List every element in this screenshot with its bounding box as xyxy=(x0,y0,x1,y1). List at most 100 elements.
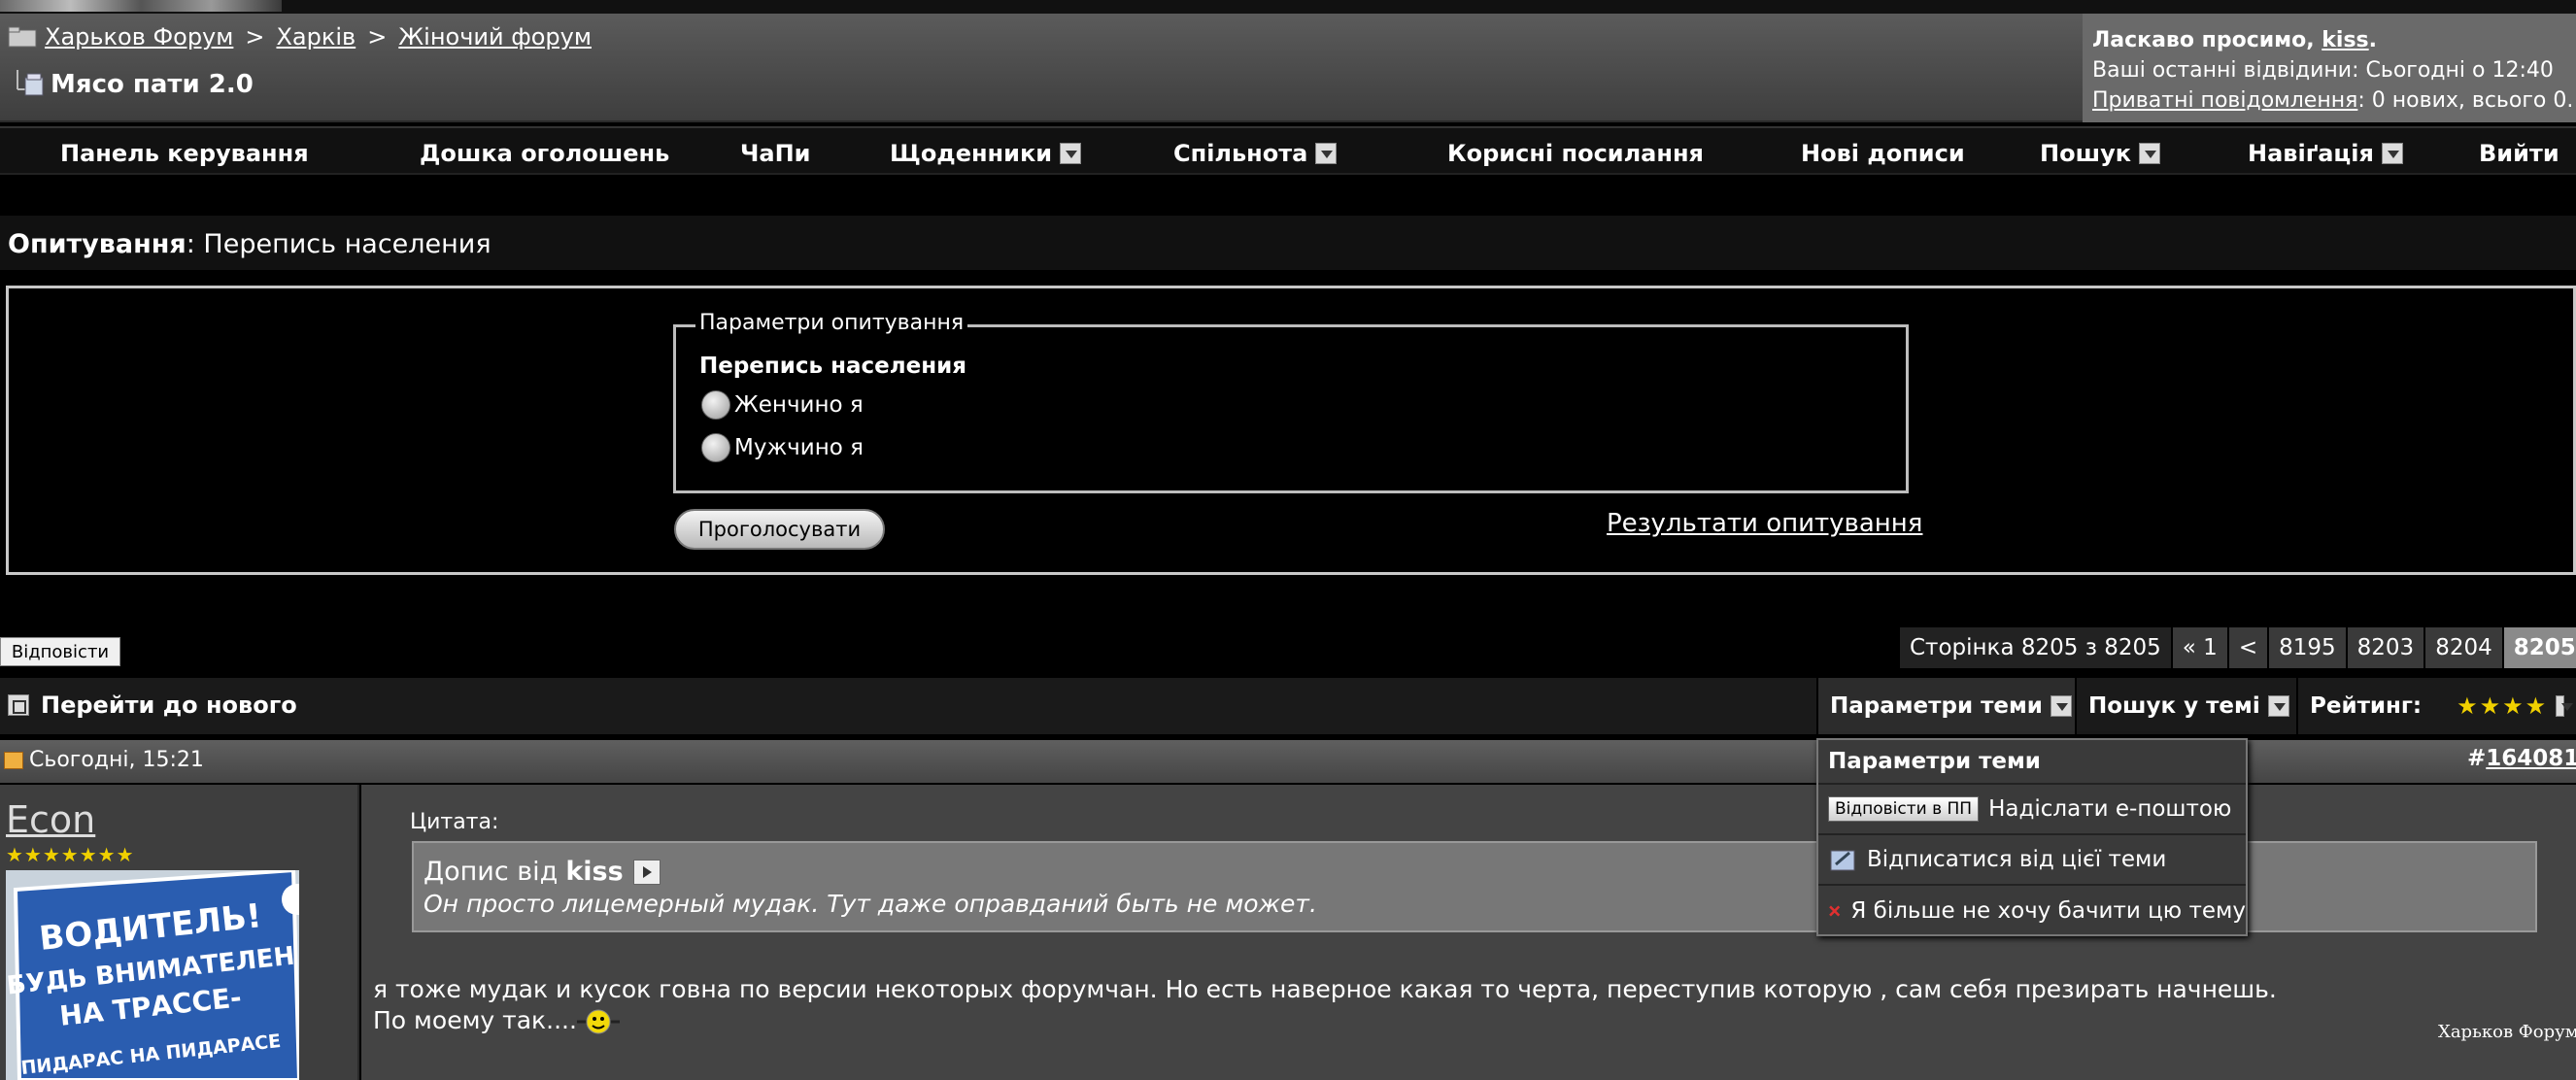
nav-label: Навіґація xyxy=(2248,140,2374,167)
quote-author-prefix: Допис від xyxy=(424,857,559,887)
menu-arrow-icon[interactable] xyxy=(2139,143,2160,164)
post-number-link[interactable]: 164081 xyxy=(2486,746,2576,771)
post-date-text: Сьогодні, 15:21 xyxy=(29,748,204,772)
pm-status-text: : 0 нових, всього 0. xyxy=(2357,88,2574,113)
last-visit-text: Ваші останні відвідини: Сьогодні о 12:40 xyxy=(2092,58,2554,83)
close-icon xyxy=(1829,905,1841,917)
top-banner-fragment xyxy=(0,0,282,12)
nav-diaries[interactable]: Щоденники xyxy=(890,140,1082,167)
top-strip xyxy=(0,0,2576,14)
nav-label: Нові дописи xyxy=(1801,140,1965,167)
welcome-greeting: Ласкаво просимо, xyxy=(2092,28,2322,52)
quote-text: Он просто лицемерный мудак. Тут даже опр… xyxy=(424,890,1317,918)
unsubscribe-icon xyxy=(1830,850,1855,871)
poll-option-male[interactable]: Мужчино я xyxy=(701,433,864,462)
radio-button[interactable] xyxy=(701,433,730,462)
post-text: По моему так.... xyxy=(373,1006,577,1034)
thread-tools-dropdown: Параметри теми Відповісти в ПП Надіслати … xyxy=(1816,738,2248,936)
page-first-link[interactable]: « 1 xyxy=(2172,627,2229,668)
tab-label: Параметри теми xyxy=(1830,693,2043,719)
menu-arrow-icon[interactable] xyxy=(2050,695,2072,717)
nav-label: Корисні посилання xyxy=(1447,140,1704,167)
radio-button[interactable] xyxy=(701,390,730,420)
poll-results-link[interactable]: Результати опитування xyxy=(1607,509,1922,538)
view-post-icon[interactable] xyxy=(632,859,661,885)
dropdown-title: Параметри теми xyxy=(1818,740,2246,785)
post-number-prefix: # xyxy=(2467,746,2487,771)
poll-heading-label: Опитування xyxy=(8,229,186,259)
thread-folder-icon xyxy=(17,70,44,96)
poll-heading-title: Перепись населения xyxy=(203,229,491,259)
nav-community[interactable]: Спільнота xyxy=(1173,140,1338,167)
welcome-panel: Ласкаво просимо, kiss. Ваші останні відв… xyxy=(2083,14,2576,122)
dropdown-row-email: Відповісти в ПП Надіслати е-поштою xyxy=(1818,785,2246,835)
goto-new-label: Перейти до нового xyxy=(41,692,297,719)
welcome-username-link[interactable]: kiss xyxy=(2322,28,2368,52)
thread-title: Мясо пати 2.0 xyxy=(51,70,254,99)
goto-new-icon xyxy=(8,694,29,716)
poll-option-label: Мужчино я xyxy=(734,435,864,460)
goto-new-post[interactable]: Перейти до нового xyxy=(8,692,297,719)
thread-title-row: Мясо пати 2.0 xyxy=(16,70,254,99)
nav-control-panel[interactable]: Панель керування xyxy=(60,140,309,167)
search-thread-tab[interactable]: Пошук у темі xyxy=(2075,678,2301,734)
menu-arrow-icon[interactable] xyxy=(1060,143,1082,164)
nav-navigation[interactable]: Навіґація xyxy=(2248,140,2403,167)
pagination: Сторінка 8205 з 8205 « 1 < 8195 8203 820… xyxy=(1900,627,2576,668)
nav-faq[interactable]: ЧаПи xyxy=(740,140,811,167)
rating-tab[interactable]: Рейтинг: ★★★★ xyxy=(2296,678,2576,734)
menu-arrow-icon[interactable] xyxy=(1315,143,1338,164)
nav-search[interactable]: Пошук xyxy=(2040,140,2160,167)
thread-tools-tab[interactable]: Параметри теми xyxy=(1816,678,2084,734)
menu-arrow-icon[interactable] xyxy=(2556,695,2573,717)
post-date: Сьогодні, 15:21 xyxy=(4,748,204,772)
page-current: 8205 xyxy=(2503,627,2576,668)
breadcrumb-link-home[interactable]: Харьков Форум xyxy=(45,23,233,51)
nav-label: Дошка оголошень xyxy=(420,140,670,167)
ignore-thread-label: Я більше не хочу бачити цю тему xyxy=(1850,898,2246,924)
nav-new-posts[interactable]: Нові дописи xyxy=(1801,140,1965,167)
nav-label: Панель керування xyxy=(60,140,309,167)
reply-button[interactable]: Відповісти xyxy=(0,637,120,666)
reply-pm-button[interactable]: Відповісти в ПП xyxy=(1828,796,1980,822)
rating-stars: ★★★★ xyxy=(2457,692,2549,720)
page-link[interactable]: 8204 xyxy=(2425,627,2504,668)
menu-arrow-icon[interactable] xyxy=(2381,143,2403,164)
breadcrumb-link-kharkiv[interactable]: Харків xyxy=(276,23,356,51)
breadcrumb: Харьков Форум > Харків > Жіночий форум xyxy=(8,23,592,51)
page-label: Сторінка 8205 з 8205 xyxy=(1900,627,2173,668)
poll-heading-sep: : xyxy=(186,229,204,259)
nav-label: Вийти xyxy=(2479,140,2559,167)
avatar[interactable]: ВОДИТЕЛЬ! БУДЬ ВНИМАТЕЛЕН НА ТРАССЕ- ПИД… xyxy=(6,870,299,1080)
nav-useful-links[interactable]: Корисні посилання xyxy=(1447,140,1704,167)
nav-label: Щоденники xyxy=(890,140,1053,167)
poll-option-female[interactable]: Женчино я xyxy=(701,390,864,420)
page-link[interactable]: 8195 xyxy=(2269,627,2348,668)
nav-label: Пошук xyxy=(2040,140,2131,167)
dropdown-unsubscribe[interactable]: Відписатися від цієї теми xyxy=(1818,835,2246,886)
quote-author: Допис від kiss xyxy=(424,857,661,887)
post-number: #164081 xyxy=(2467,746,2576,771)
folder-icon xyxy=(8,26,37,48)
send-email-link[interactable]: Надіслати е-поштою xyxy=(1988,796,2231,822)
private-messages-link[interactable]: Приватні повідомлення xyxy=(2092,88,2357,113)
unsubscribe-label: Відписатися від цієї теми xyxy=(1867,847,2167,872)
poll-heading: Опитування: Перепись населения xyxy=(8,229,491,259)
nav-board[interactable]: Дошка оголошень xyxy=(420,140,669,167)
quote-author-name: kiss xyxy=(565,857,624,887)
user-rank-stars: ★★★★★★★ xyxy=(6,843,135,866)
nav-logout[interactable]: Вийти xyxy=(2479,140,2559,167)
dropdown-ignore-thread[interactable]: Я більше не хочу бачити цю тему xyxy=(1818,886,2246,936)
rating-label: Рейтинг: xyxy=(2310,693,2423,719)
quote-label: Цитата: xyxy=(410,810,499,834)
breadcrumb-link-womens-forum[interactable]: Жіночий форум xyxy=(398,23,592,51)
post-username-link[interactable]: Econ xyxy=(6,798,95,841)
page-prev-link[interactable]: < xyxy=(2228,627,2270,668)
post-status-icon xyxy=(4,751,23,769)
tab-label: Пошук у темі xyxy=(2088,693,2260,719)
page-link[interactable]: 8203 xyxy=(2347,627,2426,668)
welcome-greeting-end: . xyxy=(2368,28,2377,52)
poll-option-label: Женчино я xyxy=(734,392,864,418)
vote-button[interactable]: Проголосувати xyxy=(674,509,885,550)
menu-arrow-icon[interactable] xyxy=(2267,695,2289,717)
